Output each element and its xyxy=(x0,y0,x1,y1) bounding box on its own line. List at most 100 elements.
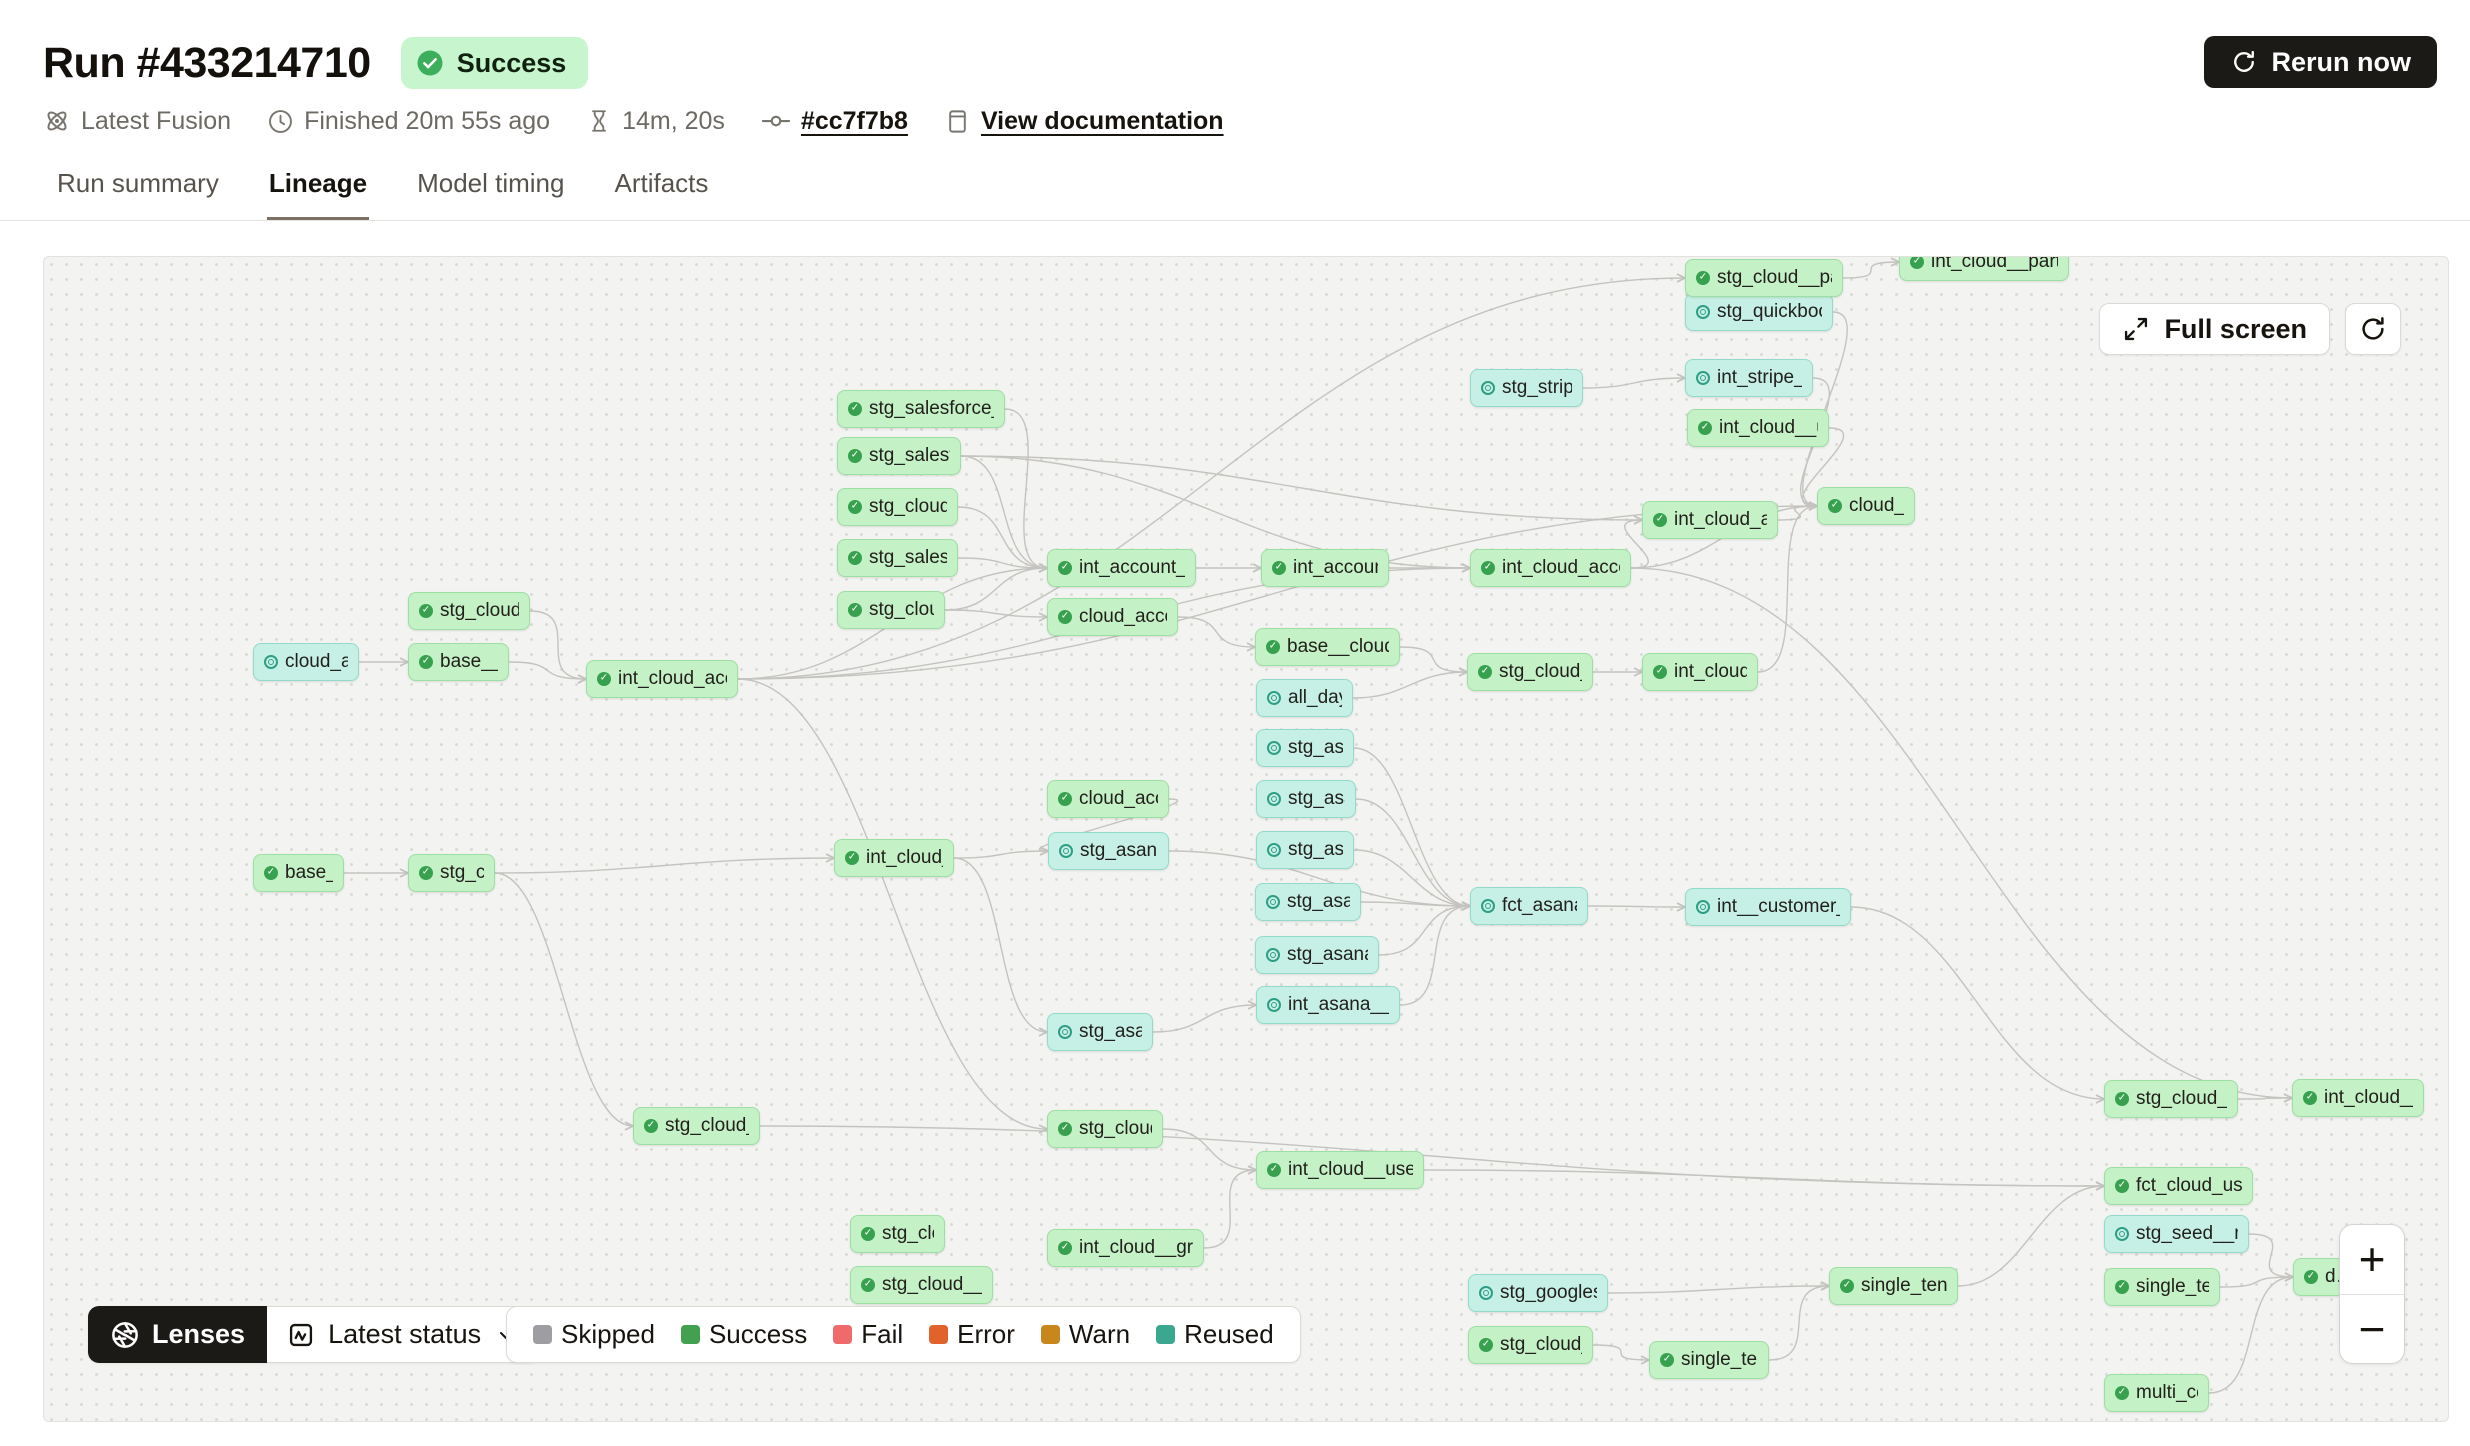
graph-node-n13[interactable]: int_cloud__partner_con… xyxy=(1899,256,2069,281)
node-success-icon xyxy=(1479,1338,1493,1352)
node-label: fct_asana_proj… xyxy=(1502,895,1577,917)
view-documentation-link[interactable]: View documentation xyxy=(981,107,1224,136)
graph-node-n07[interactable]: cloud_accounts_… xyxy=(1047,598,1178,636)
graph-node-n18[interactable]: stg_cloud_region… xyxy=(408,592,530,630)
legend-swatch-skipped xyxy=(533,1325,552,1344)
node-reused-icon xyxy=(1267,843,1281,857)
graph-node-n30[interactable]: stg_asana_… xyxy=(1256,780,1356,818)
graph-node-n02[interactable]: stg_salesforce_… xyxy=(837,437,961,475)
graph-node-n17[interactable]: cloud_account… xyxy=(1817,487,1915,525)
full-screen-button[interactable]: Full screen xyxy=(2099,303,2330,355)
graph-node-n09[interactable]: int_cloud_account_ma… xyxy=(1470,549,1631,587)
graph-node-n34[interactable]: int_asana__task_s… xyxy=(1256,986,1400,1024)
graph-node-n44[interactable]: stg_cloud__… xyxy=(850,1215,945,1253)
graph-node-n21[interactable]: int_cloud_account__m… xyxy=(586,660,738,698)
node-success-icon xyxy=(848,449,862,463)
node-label: cloud_account… xyxy=(285,651,348,673)
graph-node-n54[interactable]: single_tenant_… xyxy=(2104,1268,2220,1306)
graph-node-n52[interactable]: fct_cloud_user_acc… xyxy=(2104,1167,2253,1205)
graph-node-n23[interactable]: stg_cloud__… xyxy=(408,854,495,892)
graph-node-n47[interactable]: stg_cloud_s3_singl… xyxy=(1468,1326,1593,1364)
graph-node-n20[interactable]: base__cloud_… xyxy=(408,643,509,681)
graph-node-n39[interactable]: int_cloud__accoun… xyxy=(1642,653,1758,691)
graph-node-n43[interactable]: stg_cloud__email… xyxy=(633,1107,760,1145)
graph-node-n01[interactable]: stg_salesforce__cloud_… xyxy=(837,390,1005,428)
graph-node-n19[interactable]: cloud_account… xyxy=(253,643,359,681)
zoom-in-button[interactable]: + xyxy=(2340,1225,2404,1294)
node-label: int_account_dom… xyxy=(1293,557,1378,579)
zoom-out-button[interactable]: − xyxy=(2340,1295,2404,1364)
tab-artifacts[interactable]: Artifacts xyxy=(612,162,710,220)
graph-node-n40[interactable]: stg_cloud__us… xyxy=(1047,1110,1163,1148)
meta-docs: View documentation xyxy=(944,107,1224,136)
graph-node-n10[interactable]: stg_stripe__c… xyxy=(1470,369,1583,407)
graph-node-n14[interactable]: int_stripe__custo… xyxy=(1685,359,1813,397)
tab-lineage[interactable]: Lineage xyxy=(267,162,369,220)
graph-node-n22[interactable]: base__clou… xyxy=(253,854,344,892)
graph-node-n25[interactable]: cloud_account… xyxy=(1047,780,1169,818)
legend-label: Success xyxy=(709,1319,807,1350)
hourglass-icon xyxy=(586,108,612,134)
rerun-now-button[interactable]: Rerun now xyxy=(2204,36,2438,88)
graph-node-n46[interactable]: stg_googlesheets__sin… xyxy=(1468,1274,1608,1312)
activity-icon xyxy=(287,1321,315,1349)
graph-node-n15[interactable]: int_cloud__user_ac… xyxy=(1687,409,1829,447)
node-success-icon xyxy=(2115,1280,2129,1294)
node-label: all_days xyxy=(1288,687,1342,709)
lens-selected-value: Latest status xyxy=(328,1319,481,1350)
node-label: stg_cloud_region… xyxy=(440,600,519,622)
graph-node-n32[interactable]: stg_asana__… xyxy=(1255,883,1361,921)
node-label: stg_cloud__… xyxy=(882,1223,934,1245)
graph-node-n45[interactable]: stg_cloud__group… xyxy=(850,1266,993,1304)
node-label: int__customer_account… xyxy=(1717,896,1840,918)
tab-model-timing[interactable]: Model timing xyxy=(415,162,566,220)
atom-icon xyxy=(43,107,71,135)
lenses-button[interactable]: Lenses xyxy=(88,1306,267,1363)
graph-node-n31[interactable]: stg_asana… xyxy=(1256,831,1354,869)
node-success-icon xyxy=(264,866,278,880)
lens-selector[interactable]: Latest status xyxy=(267,1306,539,1363)
graph-node-n51[interactable]: int_cloud__devel… xyxy=(2292,1079,2424,1117)
graph-node-n42[interactable]: int_cloud__group_per… xyxy=(1047,1229,1204,1267)
graph-node-n06[interactable]: int_account_domain… xyxy=(1047,549,1196,587)
graph-node-n48[interactable]: single_tenant_map… xyxy=(1649,1341,1769,1379)
graph-node-n27[interactable]: base__cloud_acco… xyxy=(1255,628,1400,666)
graph-node-n03[interactable]: stg_cloud__us… xyxy=(837,488,958,526)
refresh-graph-button[interactable] xyxy=(2345,303,2401,355)
legend-item-reused: Reused xyxy=(1156,1319,1274,1350)
node-label: stg_cloud__email… xyxy=(665,1115,749,1137)
graph-node-n26[interactable]: stg_asana__tas… xyxy=(1048,832,1169,870)
graph-node-n50[interactable]: stg_cloud__devel… xyxy=(2104,1080,2238,1118)
node-reused-icon xyxy=(1267,741,1281,755)
graph-node-n05[interactable]: stg_cloud__… xyxy=(837,591,945,629)
commit-link[interactable]: #cc7f7b8 xyxy=(801,107,908,136)
node-success-icon xyxy=(848,603,862,617)
lineage-canvas[interactable]: stg_salesforce__cloud_…stg_salesforce_…s… xyxy=(43,256,2449,1422)
graph-node-n28[interactable]: all_days xyxy=(1256,679,1353,717)
graph-node-n24[interactable]: int_cloud__us… xyxy=(834,839,954,877)
graph-node-n38[interactable]: stg_cloud__accounts… xyxy=(1467,653,1593,691)
graph-node-n37[interactable]: int__customer_account… xyxy=(1685,888,1851,926)
graph-node-n36[interactable]: fct_asana_proj… xyxy=(1470,887,1588,925)
graph-node-n56[interactable]: multi_cell_m… xyxy=(2104,1374,2209,1412)
graph-node-n53[interactable]: stg_seed__multireg… xyxy=(2104,1215,2249,1253)
graph-node-n33[interactable]: stg_asana__pr… xyxy=(1255,936,1379,974)
node-label: base__clou… xyxy=(285,862,333,884)
graph-node-n35[interactable]: stg_asana__… xyxy=(1047,1013,1153,1051)
graph-node-n41[interactable]: int_cloud__user_group… xyxy=(1256,1151,1424,1189)
tab-run-summary[interactable]: Run summary xyxy=(55,162,221,220)
graph-node-n16[interactable]: int_cloud_account_ma… xyxy=(1642,501,1778,539)
node-label: int_cloud__user_ac… xyxy=(1719,417,1818,439)
graph-node-n08[interactable]: int_account_dom… xyxy=(1261,549,1389,587)
graph-node-n11[interactable]: stg_quickbooks__a… xyxy=(1685,293,1833,331)
node-reused-icon xyxy=(1481,381,1495,395)
run-page: Run #433214710 Success Rerun now Latest … xyxy=(0,0,2470,1446)
lenses-label: Lenses xyxy=(152,1319,245,1350)
graph-node-n49[interactable]: single_tenant_mapp… xyxy=(1829,1267,1958,1305)
graph-node-n04[interactable]: stg_salesforce… xyxy=(837,539,958,577)
graph-node-n29[interactable]: stg_asana… xyxy=(1256,729,1354,767)
node-success-icon xyxy=(1058,1241,1072,1255)
graph-node-n12[interactable]: stg_cloud__partner_c… xyxy=(1685,259,1843,297)
node-label: stg_asana__… xyxy=(1079,1021,1142,1043)
legend-item-fail: Fail xyxy=(833,1319,903,1350)
